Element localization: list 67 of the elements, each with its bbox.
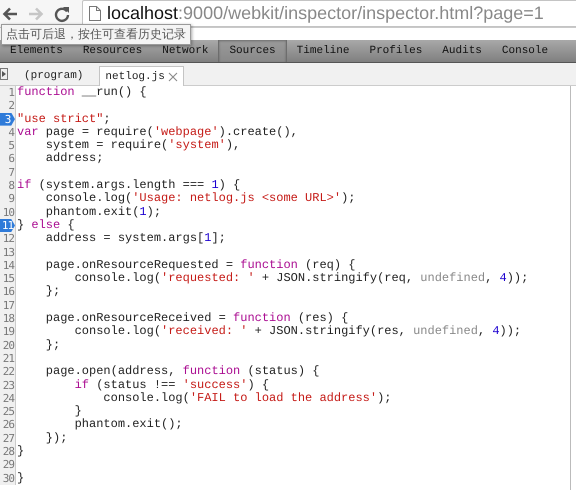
line-number: 4	[7, 126, 15, 140]
panel-tab[interactable]: Timeline	[286, 40, 360, 62]
line-number: 5	[7, 139, 15, 152]
panel-tab[interactable]: Console	[492, 40, 558, 62]
file-tab[interactable]: (program)	[18, 66, 90, 85]
code-line: page.onResourceRequested = function (req) {	[44, 258, 356, 272]
line-number: 28	[2, 445, 15, 458]
code-line: }	[16, 472, 24, 485]
code-line: } else {	[16, 218, 75, 232]
tooltip: 点击可后退，按住可查看历史记录	[1, 24, 191, 45]
line-number: 24	[2, 392, 15, 406]
code-line: "use strict";	[16, 112, 111, 126]
line-number: 27	[2, 432, 15, 446]
panel-tab[interactable]: Profiles	[359, 40, 432, 62]
code-line: page.open(address, function (status) {	[44, 365, 320, 379]
line-number: 9	[7, 192, 15, 206]
code-line: system = require('system'),	[44, 139, 240, 152]
line-number: 21	[2, 352, 15, 366]
code-line: if (system.args.length === 1) {	[16, 179, 240, 192]
code-line: console.log('FAIL to load the address');	[102, 392, 392, 406]
line-number: 30	[2, 472, 15, 485]
line-number: 14	[2, 258, 15, 272]
line-number: 18	[2, 312, 15, 326]
address-bar[interactable]: localhost:9000/webkit/inspector/inspector.html?page=1	[82, 0, 576, 27]
code-line: };	[44, 338, 60, 352]
code-line: console.log('Usage: netlog.js <some URL>');	[44, 192, 356, 206]
code-line: address = system.args[1];	[44, 232, 226, 246]
code-line: };	[44, 285, 60, 299]
url-text: localhost:9000/webkit/inspector/inspector.html?page=1	[107, 3, 544, 24]
line-number: 10	[2, 206, 15, 219]
line-number: 20	[2, 338, 15, 352]
code-line: var page = require('webpage').create(),	[16, 126, 298, 139]
code-line: console.log('received: ' + JSON.stringify(res, undefined, 4));	[74, 325, 522, 339]
line-number: 26	[2, 418, 15, 432]
line-number: 29	[2, 458, 15, 472]
line-number: 1	[7, 86, 15, 100]
code-line: }	[74, 405, 82, 418]
panel-tab[interactable]: Sources	[218, 40, 287, 62]
line-number: 15	[2, 272, 15, 286]
line-number: 8	[7, 179, 15, 192]
code-line: page.onResourceReceived = function (res) {	[44, 312, 348, 326]
sidebar-toggle-icon[interactable]	[0, 68, 8, 80]
code-line: function __run() {	[16, 86, 147, 100]
code-line: });	[44, 432, 68, 446]
line-number: 25	[2, 405, 15, 418]
file-tab[interactable]: netlog.js	[99, 66, 184, 86]
line-number: 13	[2, 246, 15, 259]
line-number: 17	[2, 298, 15, 312]
breakpoint-marker[interactable]: 11	[0, 218, 15, 232]
code-line: if (status !== 'success') {	[74, 378, 270, 392]
code-line: }	[16, 445, 24, 458]
close-icon[interactable]	[168, 72, 178, 82]
line-number: 6	[7, 152, 15, 166]
line-number: 12	[2, 232, 15, 246]
line-number: 22	[2, 365, 15, 379]
code-line: address;	[44, 152, 104, 166]
page-icon	[89, 6, 101, 21]
code-line: phantom.exit();	[74, 418, 183, 432]
panel-tab[interactable]: Audits	[432, 40, 492, 62]
code-line: phantom.exit(1);	[44, 206, 162, 219]
line-number: 7	[7, 166, 15, 180]
line-number: 2	[7, 99, 15, 113]
line-number: 19	[2, 325, 15, 339]
line-number: 23	[2, 378, 15, 392]
breakpoint-marker[interactable]: 3	[0, 112, 15, 126]
line-number: 16	[2, 285, 15, 299]
code-line: console.log('requested: ' + JSON.stringify(req, undefined, 4));	[74, 272, 528, 286]
